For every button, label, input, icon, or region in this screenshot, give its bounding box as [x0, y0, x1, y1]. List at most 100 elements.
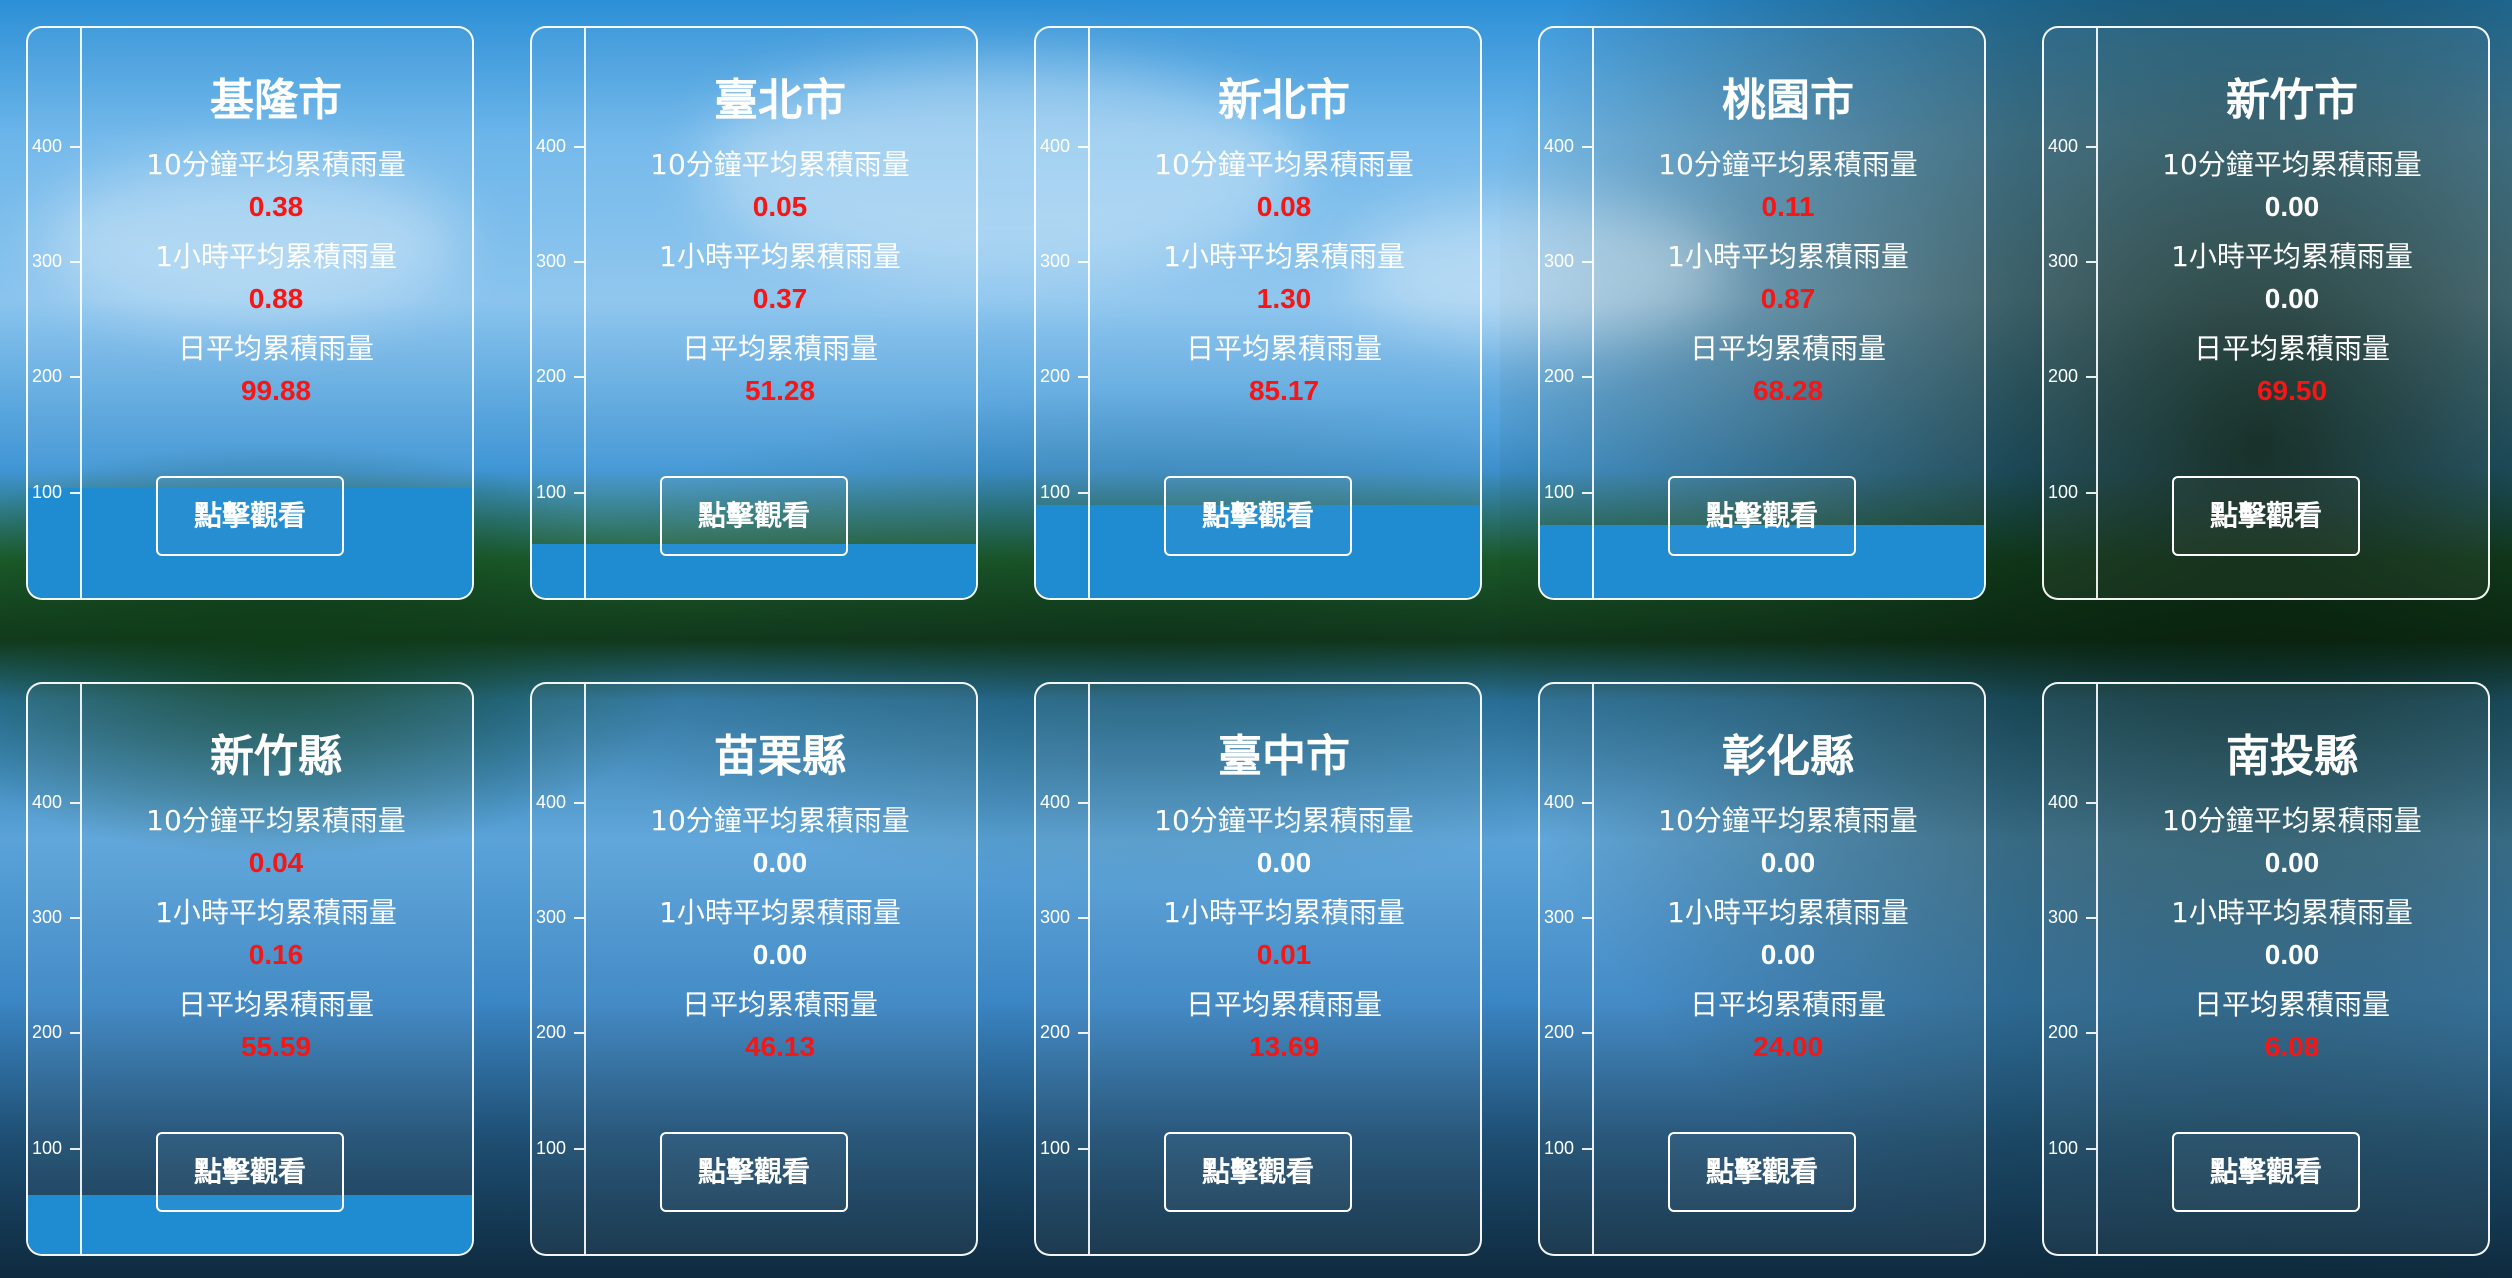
view-button[interactable]: 點擊觀看: [1668, 476, 1856, 556]
city-card-5: 400 300 200 100 新竹市 10分鐘平均累積雨量 0.00 1小時平均累積…: [2042, 26, 2490, 600]
one-hour-label: 1小時平均累積雨量: [1667, 896, 1909, 929]
axis-tick-label: 300: [32, 907, 63, 927]
card-content: 南投縣 10分鐘平均累積雨量 0.00 1小時平均累積雨量 0.00 日平均累積…: [2096, 684, 2488, 1068]
axis-tick-label: 200: [1040, 366, 1071, 386]
axis-tick-mark: [1078, 1148, 1088, 1150]
axis-tick-label: 200: [1544, 1022, 1575, 1042]
daily-value: 24.00: [1752, 1031, 1824, 1062]
daily-label: 日平均累積雨量: [177, 988, 374, 1021]
axis-tick-mark: [70, 261, 80, 263]
axis-tick-mark: [1582, 376, 1592, 378]
view-button[interactable]: 點擊觀看: [156, 476, 344, 556]
view-button[interactable]: 點擊觀看: [2172, 1132, 2360, 1212]
axis-tick-mark: [2086, 1032, 2096, 1034]
daily-value: 51.28: [744, 375, 816, 406]
axis-tick-mark: [1582, 1148, 1592, 1150]
axis-tick-label: 100: [1040, 1138, 1071, 1158]
view-button[interactable]: 點擊觀看: [660, 476, 848, 556]
axis-tick-label: 200: [2048, 1022, 2079, 1042]
axis-tick-mark: [574, 492, 584, 494]
card-content: 新北市 10分鐘平均累積雨量 0.08 1小時平均累積雨量 1.30 日平均累積…: [1088, 28, 1480, 412]
view-button[interactable]: 點擊觀看: [1164, 1132, 1352, 1212]
one-hour-value: 0.01: [1256, 939, 1312, 970]
axis-tick-label: 100: [1544, 482, 1575, 502]
city-name: 南投縣: [2226, 731, 2358, 782]
ten-min-label: 10分鐘平均累積雨量: [1658, 804, 1918, 837]
city-card-6: 400 300 200 100 新竹縣 10分鐘平均累積雨量 0.04 1小時平均累積…: [26, 682, 474, 1256]
card-content: 桃園市 10分鐘平均累積雨量 0.11 1小時平均累積雨量 0.87 日平均累積…: [1592, 28, 1984, 412]
view-button[interactable]: 點擊觀看: [1668, 1132, 1856, 1212]
ten-min-label: 10分鐘平均累積雨量: [650, 804, 910, 837]
daily-value: 99.88: [240, 375, 312, 406]
view-button[interactable]: 點擊觀看: [660, 1132, 848, 1212]
one-hour-value: 0.00: [752, 939, 808, 970]
city-name: 臺中市: [1218, 731, 1350, 782]
ten-min-value: 0.00: [2264, 847, 2320, 878]
axis-tick-mark: [1078, 146, 1088, 148]
city-name: 桃園市: [1722, 75, 1854, 126]
axis-tick-mark: [574, 917, 584, 919]
axis-tick-label: 100: [536, 482, 567, 502]
city-card-10: 400 300 200 100 南投縣 10分鐘平均累積雨量 0.00 1小時平均累積…: [2042, 682, 2490, 1256]
ten-min-value: 0.00: [1760, 847, 1816, 878]
axis-tick-mark: [574, 802, 584, 804]
axis-tick-mark: [70, 376, 80, 378]
axis-tick-mark: [1582, 492, 1592, 494]
axis-tick-mark: [1582, 261, 1592, 263]
daily-value: 6.08: [2264, 1031, 2320, 1062]
axis-tick-label: 200: [32, 1022, 63, 1042]
city-name: 基隆市: [210, 75, 342, 126]
axis-tick-mark: [70, 917, 80, 919]
ten-min-label: 10分鐘平均累積雨量: [1154, 148, 1414, 181]
daily-value: 55.59: [240, 1031, 312, 1062]
axis-tick-mark: [1078, 261, 1088, 263]
axis-tick-mark: [1582, 146, 1592, 148]
daily-label: 日平均累積雨量: [681, 988, 878, 1021]
one-hour-value: 0.00: [2264, 939, 2320, 970]
axis-tick-label: 200: [1040, 1022, 1071, 1042]
one-hour-label: 1小時平均累積雨量: [1163, 896, 1405, 929]
one-hour-label: 1小時平均累積雨量: [2171, 896, 2413, 929]
one-hour-value: 0.00: [2264, 283, 2320, 314]
axis-tick-label: 200: [536, 366, 567, 386]
card-content: 臺中市 10分鐘平均累積雨量 0.00 1小時平均累積雨量 0.01 日平均累積…: [1088, 684, 1480, 1068]
axis-tick-label: 300: [1544, 907, 1575, 927]
axis-tick-mark: [574, 261, 584, 263]
city-card-1: 400 300 200 100 基隆市 10分鐘平均累積雨量 0.38 1小時平均累積…: [26, 26, 474, 600]
axis-tick-label: 400: [536, 792, 567, 812]
one-hour-value: 0.37: [752, 283, 808, 314]
axis-tick-label: 100: [1544, 1138, 1575, 1158]
card-content: 基隆市 10分鐘平均累積雨量 0.38 1小時平均累積雨量 0.88 日平均累積…: [80, 28, 472, 412]
axis-tick-mark: [2086, 146, 2096, 148]
axis-tick-mark: [574, 376, 584, 378]
one-hour-label: 1小時平均累積雨量: [155, 240, 397, 273]
view-button[interactable]: 點擊觀看: [156, 1132, 344, 1212]
card-content: 臺北市 10分鐘平均累積雨量 0.05 1小時平均累積雨量 0.37 日平均累積…: [584, 28, 976, 412]
one-hour-label: 1小時平均累積雨量: [659, 240, 901, 273]
axis-tick-mark: [2086, 917, 2096, 919]
axis-tick-mark: [1582, 917, 1592, 919]
daily-value: 46.13: [744, 1031, 816, 1062]
ten-min-label: 10分鐘平均累積雨量: [650, 148, 910, 181]
daily-value: 69.50: [2256, 375, 2328, 406]
axis-tick-mark: [1582, 1032, 1592, 1034]
city-name: 彰化縣: [1722, 731, 1854, 782]
daily-value: 85.17: [1248, 375, 1320, 406]
ten-min-value: 0.08: [1256, 191, 1312, 222]
axis-tick-label: 400: [32, 136, 63, 156]
view-button[interactable]: 點擊觀看: [1164, 476, 1352, 556]
axis-tick-label: 300: [2048, 907, 2079, 927]
daily-label: 日平均累積雨量: [2193, 332, 2390, 365]
view-button[interactable]: 點擊觀看: [2172, 476, 2360, 556]
daily-label: 日平均累積雨量: [1689, 332, 1886, 365]
daily-label: 日平均累積雨量: [681, 332, 878, 365]
axis-tick-mark: [1078, 917, 1088, 919]
axis-tick-mark: [2086, 492, 2096, 494]
one-hour-value: 0.00: [1760, 939, 1816, 970]
city-card-8: 400 300 200 100 臺中市 10分鐘平均累積雨量 0.00 1小時平均累積…: [1034, 682, 1482, 1256]
axis-tick-label: 300: [2048, 251, 2079, 271]
axis-tick-label: 100: [32, 482, 63, 502]
axis-tick-mark: [574, 1032, 584, 1034]
ten-min-label: 10分鐘平均累積雨量: [146, 148, 406, 181]
city-name: 苗栗縣: [714, 731, 846, 782]
